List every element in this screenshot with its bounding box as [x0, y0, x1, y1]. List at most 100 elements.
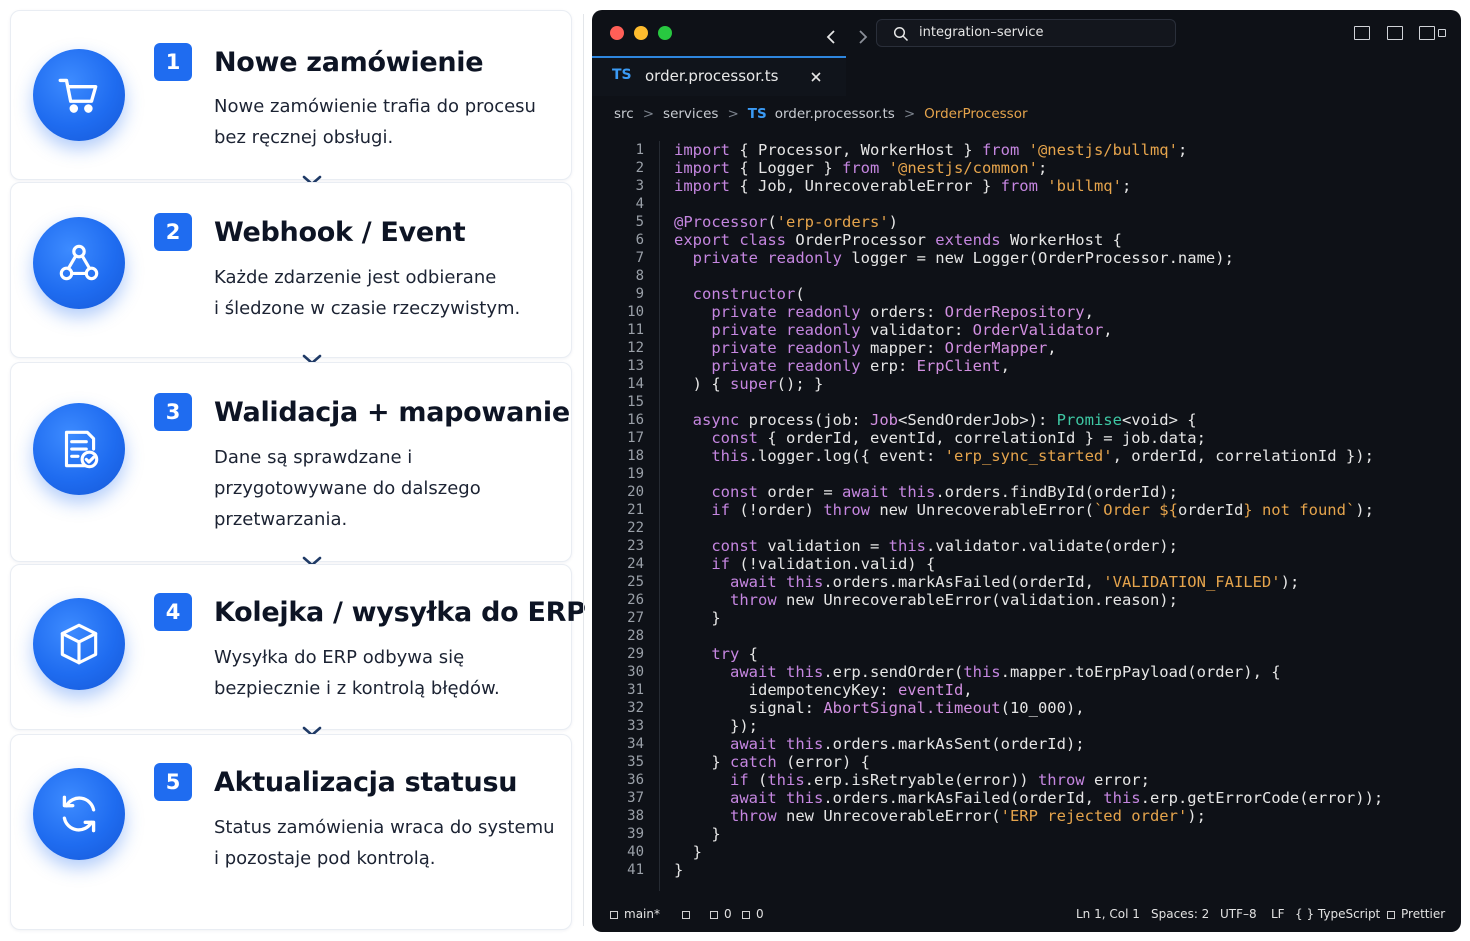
- breadcrumb-src[interactable]: src: [614, 106, 634, 122]
- code-line[interactable]: 6 export class OrderProcessor extends Wor…: [592, 231, 1461, 249]
- code-line[interactable]: 9 constructor(: [592, 285, 1461, 303]
- code-line[interactable]: 28: [592, 627, 1461, 645]
- code-line[interactable]: 40 }: [592, 843, 1461, 861]
- code-line[interactable]: 3 import { Job, UnrecoverableError } from…: [592, 177, 1461, 195]
- status-errors[interactable]: 0: [710, 907, 732, 921]
- code-line[interactable]: 12 private readonly mapper: OrderMapper,: [592, 339, 1461, 357]
- line-source: try {: [711, 645, 758, 663]
- line-number: 1: [635, 142, 644, 158]
- code-line[interactable]: 14 ) { super(); }: [592, 375, 1461, 393]
- step-desc-2-line-1: Każde zdarzenie jest odbierane: [214, 267, 497, 288]
- code-line[interactable]: 38 throw new UnrecoverableError('ERP rej…: [592, 807, 1461, 825]
- line-source: this.logger.log({ event: 'erp_sync_start…: [711, 447, 1374, 465]
- breadcrumb-symbol[interactable]: OrderProcessor: [924, 106, 1027, 122]
- status-position[interactable]: Ln 1, Col 1: [1076, 907, 1140, 921]
- forward-arrow-icon[interactable]: [858, 30, 868, 44]
- toggle-panel-icon[interactable]: [1387, 26, 1403, 40]
- line-source: idempotencyKey: eventId,: [674, 681, 973, 699]
- toggle-sidebar-icon[interactable]: [1354, 26, 1370, 40]
- code-line[interactable]: 13 private readonly erp: ErpClient,: [592, 357, 1461, 375]
- code-line[interactable]: 32 signal: AbortSignal.timeout(10_000),: [592, 699, 1461, 717]
- status-eol[interactable]: LF: [1271, 907, 1285, 921]
- close-tab-icon[interactable]: [810, 71, 822, 83]
- line-source: throw new UnrecoverableError(validation.…: [730, 591, 1178, 609]
- customize-layout-icon[interactable]: [1438, 29, 1446, 37]
- code-line[interactable]: 10 private readonly orders: OrderReposit…: [592, 303, 1461, 321]
- code-line[interactable]: 1 import { Processor, WorkerHost } from '…: [592, 141, 1461, 159]
- code-line[interactable]: 34 await this.orders.markAsSent(orderId)…: [592, 735, 1461, 753]
- code-line[interactable]: 5 @Processor('erp-orders'): [592, 213, 1461, 231]
- code-line[interactable]: 2 import { Logger } from '@nestjs/common'…: [592, 159, 1461, 177]
- line-source: await this.orders.markAsFailed(orderId, …: [730, 789, 1384, 807]
- line-source: const { orderId, eventId, correlationId …: [711, 429, 1206, 447]
- line-number: 8: [635, 268, 644, 284]
- code-line[interactable]: 22: [592, 519, 1461, 537]
- line-number: 15: [627, 394, 644, 410]
- breadcrumb-services[interactable]: services: [663, 106, 718, 122]
- code-line[interactable]: 27 }: [592, 609, 1461, 627]
- panel-divider: [583, 14, 584, 926]
- minimize-window-button[interactable]: [634, 26, 648, 40]
- code-line[interactable]: 7 private readonly logger = new Logger(O…: [592, 249, 1461, 267]
- cube-icon: [33, 598, 125, 690]
- step-desc-1-line-1: Nowe zamówienie trafia do procesu: [214, 96, 536, 117]
- command-search-input[interactable]: integration–service: [876, 19, 1176, 47]
- breadcrumb-file[interactable]: order.processor.ts: [775, 106, 895, 122]
- code-line[interactable]: 15: [592, 393, 1461, 411]
- branch-icon: [610, 910, 618, 919]
- status-warnings[interactable]: 0: [742, 907, 764, 921]
- back-arrow-icon[interactable]: [826, 30, 836, 44]
- code-line[interactable]: 35 } catch (error) {: [592, 753, 1461, 771]
- close-window-button[interactable]: [610, 26, 624, 40]
- line-number: 2: [635, 160, 644, 176]
- status-encoding[interactable]: UTF–8: [1220, 907, 1257, 921]
- code-line[interactable]: 24 if (!validation.valid) {: [592, 555, 1461, 573]
- code-line[interactable]: 41}: [592, 861, 1461, 879]
- code-line[interactable]: 20 const order = await this.orders.findB…: [592, 483, 1461, 501]
- code-line[interactable]: 19: [592, 465, 1461, 483]
- line-source: ) { super(); }: [674, 375, 824, 393]
- line-source: }: [674, 861, 684, 879]
- code-line[interactable]: 11 private readonly validator: OrderVali…: [592, 321, 1461, 339]
- code-line[interactable]: 25 await this.orders.markAsFailed(orderI…: [592, 573, 1461, 591]
- status-formatter[interactable]: Prettier: [1387, 907, 1445, 921]
- code-line[interactable]: 33 });: [592, 717, 1461, 735]
- line-number: 12: [627, 340, 644, 356]
- code-line[interactable]: 31 idempotencyKey: eventId,: [592, 681, 1461, 699]
- code-line[interactable]: 18 this.logger.log({ event: 'erp_sync_st…: [592, 447, 1461, 465]
- code-line[interactable]: 30 await this.erp.sendOrder(this.mapper.…: [592, 663, 1461, 681]
- step-number-3: 3: [154, 393, 192, 431]
- status-spaces[interactable]: Spaces: 2: [1151, 907, 1209, 921]
- status-language[interactable]: { } TypeScript: [1295, 907, 1380, 921]
- tab-order-processor[interactable]: TS order.processor.ts: [592, 56, 846, 96]
- code-line[interactable]: 4: [592, 195, 1461, 213]
- code-line[interactable]: 29 try {: [592, 645, 1461, 663]
- code-line[interactable]: 17 const { orderId, eventId, correlation…: [592, 429, 1461, 447]
- step-desc-2: Każde zdarzenie jest odbierane i śledzon…: [214, 262, 564, 324]
- code-line[interactable]: 37 await this.orders.markAsFailed(orderI…: [592, 789, 1461, 807]
- line-number: 37: [627, 790, 644, 806]
- maximize-window-button[interactable]: [658, 26, 672, 40]
- code-line[interactable]: 21 if (!order) throw new UnrecoverableEr…: [592, 501, 1461, 519]
- line-source: private readonly logger = new Logger(Ord…: [692, 249, 1234, 267]
- status-branch[interactable]: main*: [610, 907, 660, 921]
- breadcrumb: src > services > TS order.processor.ts > OrderP…: [614, 106, 1028, 126]
- status-formatter-label: Prettier: [1401, 907, 1446, 921]
- toggle-secondary-sidebar-icon[interactable]: [1419, 26, 1435, 40]
- tab-bar: TS order.processor.ts: [592, 56, 1461, 96]
- code-line[interactable]: 16 async process(job: Job<SendOrderJob>)…: [592, 411, 1461, 429]
- code-line[interactable]: 39 }: [592, 825, 1461, 843]
- line-source: constructor(: [692, 285, 805, 303]
- sync-icon-glyph: [682, 910, 690, 919]
- code-line[interactable]: 36 if (this.erp.isRetryable(error)) thro…: [592, 771, 1461, 789]
- code-line[interactable]: 26 throw new UnrecoverableError(validati…: [592, 591, 1461, 609]
- line-source: }: [674, 609, 721, 627]
- line-source: private readonly erp: ErpClient,: [711, 357, 1010, 375]
- status-branch-label: main*: [624, 907, 660, 921]
- line-source: } catch (error) {: [674, 753, 870, 771]
- line-number: 31: [627, 682, 644, 698]
- line-source: if (this.erp.isRetryable(error)) throw e…: [730, 771, 1150, 789]
- code-line[interactable]: 8: [592, 267, 1461, 285]
- code-line[interactable]: 23 const validation = this.validator.val…: [592, 537, 1461, 555]
- sync-icon[interactable]: [682, 907, 696, 921]
